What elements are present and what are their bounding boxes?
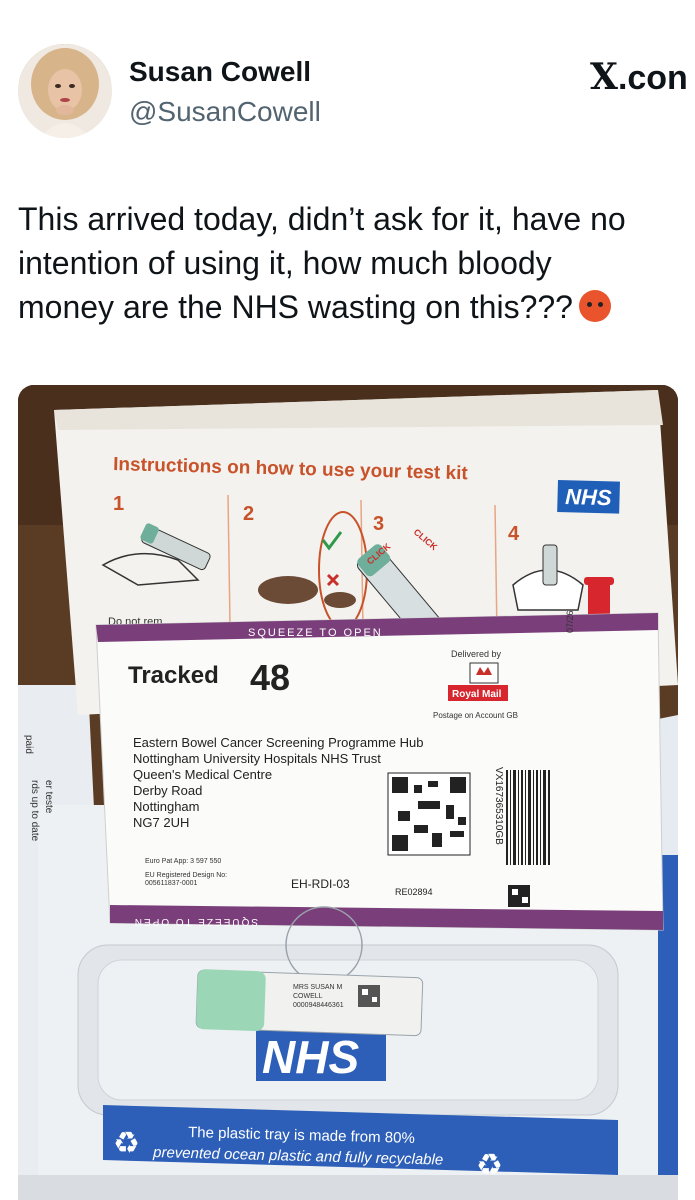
- eu-design-text: EU Registered Design No:: [145, 872, 227, 879]
- tracked-label: Tracked: [128, 662, 219, 689]
- author-name[interactable]: Susan Cowell: [129, 56, 311, 88]
- pouting-face-emoji-icon: [578, 290, 611, 322]
- squeeze-to-open-top: SQUEEZE TO OPEN: [248, 627, 383, 639]
- tracked-number: 48: [250, 657, 290, 698]
- tweet-header: Susan Cowell @SusanCowell X.con: [0, 0, 695, 160]
- tweet-photo[interactable]: Instructions on how to use your test kit…: [18, 385, 678, 1200]
- tube-label-line: MRS SUSAN M: [293, 984, 343, 991]
- delivered-by: Delivered by: [451, 649, 502, 659]
- ref-code: EH-RDI-03: [291, 877, 350, 891]
- tube-label-line: 0000948446361: [293, 1002, 344, 1009]
- side-card-text: paid: [23, 735, 34, 754]
- small-datamatrix-icon: [508, 885, 530, 907]
- address-line: Nottingham University Hospitals NHS Trus…: [133, 751, 381, 766]
- x-logo-suffix: .con: [617, 59, 688, 97]
- address-line: NG7 2UH: [133, 815, 189, 830]
- tube-label-line: COWELL: [293, 993, 323, 1000]
- recycle-left-icon: ♻: [113, 1127, 140, 1160]
- step-number: 2: [243, 503, 254, 525]
- step-number: 4: [508, 523, 520, 545]
- author-handle[interactable]: @SusanCowell: [129, 96, 321, 128]
- tweet-text: This arrived today, didn’t ask for it, h…: [18, 197, 695, 329]
- address-line: Eastern Bowel Cancer Screening Programme…: [133, 735, 423, 750]
- x-logo[interactable]: X.con: [590, 56, 688, 98]
- tweet-line: intention of using it, how much bloody: [18, 245, 552, 281]
- tweet-line: This arrived today, didn’t ask for it, h…: [18, 201, 626, 237]
- side-card-text: rds up to date: [29, 780, 40, 842]
- test-kit-photo: Instructions on how to use your test kit…: [18, 385, 678, 1200]
- date-code: 07/26: [565, 610, 575, 633]
- author-avatar[interactable]: [18, 44, 112, 138]
- postage-text: Postage on Account GB: [433, 711, 518, 720]
- eu-design-number: 005611837-0001: [145, 880, 198, 887]
- squeeze-to-open-bottom: SQUEEZE TO OPEN: [133, 916, 258, 927]
- side-card-text: er teste: [43, 780, 54, 814]
- step-number: 3: [373, 513, 384, 535]
- address-line: Nottingham: [133, 799, 199, 814]
- tweet-line: money are the NHS wasting on this???: [18, 285, 695, 329]
- nhs-logo-icon: NHS: [565, 484, 612, 510]
- re-code: RE02894: [395, 887, 433, 897]
- tweet-line-text: money are the NHS wasting on this???: [18, 289, 573, 325]
- tray-nhs-logo: NHS: [262, 1031, 359, 1083]
- x-logo-icon: X: [590, 56, 618, 98]
- datamatrix-barcode-icon: [387, 772, 471, 856]
- profile-photo-icon: [18, 44, 112, 138]
- sample-tube: MRS SUSAN M COWELL 0000948446361: [195, 969, 424, 1037]
- address-line: Queen's Medical Centre: [133, 767, 272, 782]
- step-number: 1: [113, 493, 124, 515]
- address-line: Derby Road: [133, 783, 202, 798]
- tracking-id: VX167365310GB: [493, 767, 504, 845]
- royal-mail-logo: Royal Mail: [452, 689, 502, 700]
- euro-pat-text: Euro Pat App: 3 597 550: [145, 858, 221, 865]
